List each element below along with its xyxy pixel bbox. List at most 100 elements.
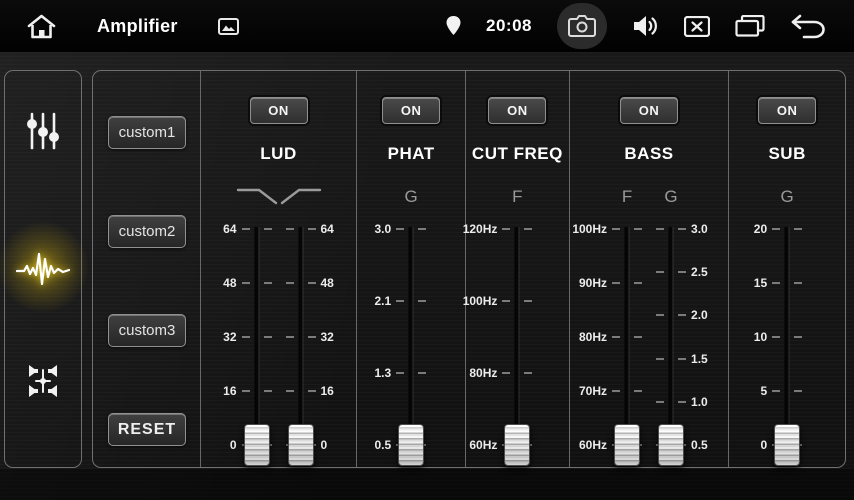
presets-column: custom1 custom2 custom3 RESET (93, 71, 201, 467)
phat-g-fader[interactable]: G3.02.11.30.5 (397, 229, 425, 445)
scale-label: 60Hz (579, 439, 607, 451)
back-arrow-icon (790, 13, 826, 40)
preset-custom3-button[interactable]: custom3 (108, 314, 186, 347)
fader-track[interactable] (299, 227, 302, 451)
recent-apps-button[interactable] (735, 15, 765, 37)
tick-mark (612, 390, 620, 392)
tick-mark (634, 336, 642, 338)
scale-label: 64 (223, 223, 236, 235)
tick-mark (308, 228, 316, 230)
highpass-filter-icon (279, 182, 323, 208)
location-pin-icon (446, 16, 461, 36)
tick-mark (794, 282, 802, 284)
preset-custom2-button[interactable]: custom2 (108, 215, 186, 248)
tick-mark (656, 228, 664, 230)
tick-mark (772, 228, 780, 230)
tick-mark (502, 372, 510, 374)
fader-track[interactable] (670, 227, 673, 451)
fader-thumb[interactable] (614, 424, 640, 466)
fader-track[interactable] (255, 227, 258, 451)
tick-mark (656, 271, 664, 273)
bass-g-fader[interactable]: G3.02.52.01.51.00.5 (657, 229, 685, 445)
lowpass-filter-icon (235, 182, 279, 208)
close-window-icon (684, 16, 710, 37)
tick-mark (418, 228, 426, 230)
tick-mark (396, 228, 404, 230)
scale-label: 90Hz (579, 277, 607, 289)
tick-mark (634, 282, 642, 284)
scale-label: 3.0 (691, 223, 708, 235)
on-toggle-bass[interactable]: ON (620, 97, 678, 124)
tick-mark (678, 314, 686, 316)
scale-label: 80Hz (579, 331, 607, 343)
fader-thumb[interactable] (288, 424, 314, 466)
fader-track[interactable] (786, 227, 789, 451)
tick-mark (524, 300, 532, 302)
sliders-row: G20151050 (729, 229, 845, 445)
fader-track[interactable] (410, 227, 413, 451)
tick-mark (418, 372, 426, 374)
bass-f-fader[interactable]: F100Hz90Hz80Hz70Hz60Hz (613, 229, 641, 445)
fader-thumb[interactable] (244, 424, 270, 466)
scale-label: 1.0 (691, 396, 708, 408)
screenshot-button[interactable] (557, 3, 607, 49)
volume-button[interactable] (632, 14, 659, 38)
fader-thumb[interactable] (658, 424, 684, 466)
tick-mark (242, 228, 250, 230)
amplifier-screen: Amplifier 20:08 (0, 0, 854, 500)
lud-lowpass-filter-fader[interactable]: 644832160 (243, 229, 271, 445)
tick-mark (264, 282, 272, 284)
sidebar-item-speaker-balance[interactable] (13, 357, 73, 405)
tick-mark (794, 336, 802, 338)
close-app-button[interactable] (684, 16, 710, 37)
scale-label: 20 (754, 223, 767, 235)
scale-label: 0 (230, 439, 237, 451)
topbar: Amplifier 20:08 (0, 0, 854, 52)
reset-button[interactable]: RESET (108, 413, 186, 446)
scale-label: 2.0 (691, 309, 708, 321)
back-button[interactable] (790, 13, 826, 40)
slider-param-label: G (405, 187, 418, 207)
scale-label: 1.3 (374, 367, 391, 379)
tick-mark (794, 390, 802, 392)
slider-param-label: G (781, 187, 794, 207)
on-toggle-lud[interactable]: ON (250, 97, 308, 124)
clock: 20:08 (486, 16, 532, 36)
channel-sub: ONSUBG20151050 (729, 71, 845, 467)
on-toggle-sub[interactable]: ON (758, 97, 816, 124)
scale-label: 100Hz (463, 295, 498, 307)
tick-mark (396, 300, 404, 302)
sidebar-item-sound-effects[interactable] (13, 243, 73, 291)
on-toggle-cut-freq[interactable]: ON (488, 97, 546, 124)
scale-label: 60Hz (469, 439, 497, 451)
gallery-button[interactable] (218, 18, 239, 35)
tick-mark (656, 401, 664, 403)
slider-param-label: F (512, 187, 522, 207)
lud-highpass-filter-fader[interactable]: 644832160 (287, 229, 315, 445)
on-toggle-phat[interactable]: ON (382, 97, 440, 124)
sub-g-fader[interactable]: G20151050 (773, 229, 801, 445)
channel-lud: ONLUD644832160644832160 (201, 71, 358, 467)
gallery-icon (218, 18, 239, 35)
cut-freq-f-fader[interactable]: F120Hz100Hz80Hz60Hz (503, 229, 531, 445)
preset-custom1-button[interactable]: custom1 (108, 116, 186, 149)
scale-label: 0 (760, 439, 767, 451)
scale-label: 10 (754, 331, 767, 343)
tick-mark (286, 336, 294, 338)
scale-label: 5 (760, 385, 767, 397)
channel-cut-freq: ONCUT FREQF120Hz100Hz80Hz60Hz (466, 71, 570, 467)
fader-track[interactable] (516, 227, 519, 451)
fader-thumb[interactable] (504, 424, 530, 466)
sidebar-item-equalizer[interactable] (13, 107, 73, 155)
bottom-bezel (0, 469, 854, 500)
home-button[interactable] (26, 13, 57, 40)
tick-mark (772, 390, 780, 392)
scale-label: 0.5 (691, 439, 708, 451)
tick-mark (612, 282, 620, 284)
tick-mark (308, 282, 316, 284)
fader-thumb[interactable] (398, 424, 424, 466)
tick-mark (524, 372, 532, 374)
fader-thumb[interactable] (774, 424, 800, 466)
fader-track[interactable] (626, 227, 629, 451)
page-title: Amplifier (97, 16, 178, 37)
